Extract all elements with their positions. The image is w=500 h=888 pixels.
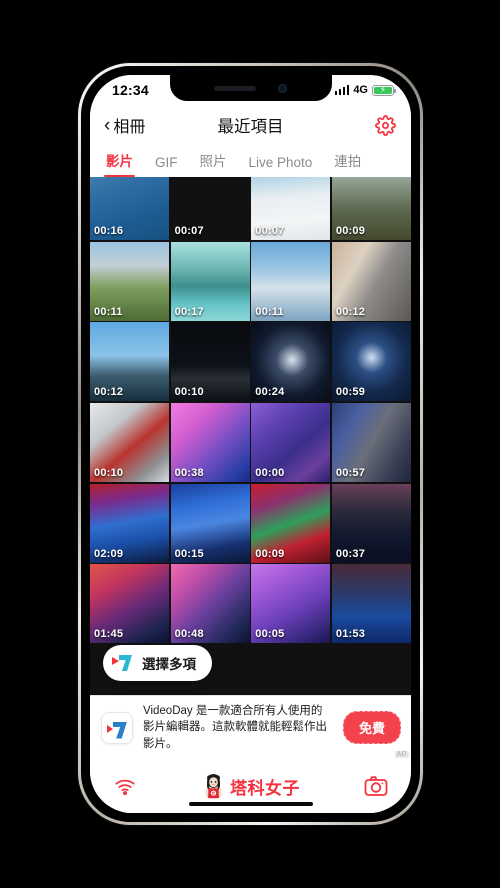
video-duration-label: 00:12 <box>335 305 366 318</box>
screenshot-root: 12:34 4G ⚡ ‹ 相冊 最近項目 影片 GIF 照片 Live Phot… <box>0 0 500 888</box>
ad-text: VideoDay 是一款適合所有人使用的影片編輯器。這款軟體就能輕鬆作出影片。 <box>143 705 327 750</box>
airdrop-wifi-icon <box>115 779 135 796</box>
select-multiple-button[interactable]: 選擇多項 <box>103 645 212 682</box>
media-grid-container[interactable]: 00:16 00:07 00:07 00:09 00:11 00:17 00:11 00:12… <box>90 177 411 696</box>
battery-charging-icon: ⚡ <box>372 84 397 96</box>
video-duration-label: 00:57 <box>335 467 366 479</box>
back-to-albums-button[interactable]: ‹ 相冊 <box>104 113 145 137</box>
media-thumbnail[interactable]: 00:07 <box>251 177 331 241</box>
watermark-text: 塔科女子 <box>230 778 300 798</box>
gear-icon <box>374 114 396 136</box>
chevron-left-icon: ‹ <box>104 114 111 136</box>
front-camera-icon <box>278 83 287 93</box>
media-thumbnail[interactable]: 00:37 <box>331 483 411 563</box>
navigation-bar: ‹ 相冊 最近項目 <box>90 105 411 145</box>
video-duration-label: 00:05 <box>255 628 285 641</box>
media-thumbnail[interactable]: 00:10 <box>90 402 170 482</box>
video-duration-label: 00:09 <box>335 225 366 238</box>
media-thumbnail[interactable]: 01:53 <box>331 564 411 644</box>
earpiece-speaker <box>214 85 256 91</box>
settings-button[interactable] <box>373 113 397 137</box>
status-bar-time: 12:34 <box>112 82 149 98</box>
media-thumbnail[interactable]: 00:09 <box>331 177 411 241</box>
phone-device-frame: 12:34 4G ⚡ ‹ 相冊 最近項目 影片 GIF 照片 Live Phot… <box>78 63 423 825</box>
media-thumbnail[interactable]: 00:59 <box>331 322 411 402</box>
bottom-toolbar: 女 塔科女子 <box>90 759 411 813</box>
media-thumbnail[interactable]: 00:09 <box>251 483 331 563</box>
network-type-label: 4G <box>353 84 368 96</box>
watermark: 女 塔科女子 <box>201 772 300 800</box>
video-duration-label: 00:10 <box>94 467 124 479</box>
media-thumbnail[interactable]: 01:45 <box>90 564 170 644</box>
video-duration-label: 01:53 <box>335 628 366 641</box>
girl-avatar-icon: 女 <box>205 774 221 799</box>
videoday-app-icon <box>101 711 133 744</box>
tab-連拍[interactable]: 連拍 <box>334 150 361 177</box>
home-indicator <box>188 801 313 806</box>
media-thumbnail[interactable]: 00:17 <box>170 241 250 321</box>
video-duration-label: 00:11 <box>255 305 284 318</box>
media-thumbnail[interactable]: 00:12 <box>90 322 170 402</box>
media-thumbnail[interactable]: 02:09 <box>90 483 170 563</box>
video-duration-label: 00:59 <box>335 386 366 399</box>
page-title: 最近項目 <box>217 118 284 136</box>
video-duration-label: 00:24 <box>255 386 285 399</box>
video-duration-label: 00:37 <box>335 547 366 560</box>
media-thumbnail[interactable]: 00:57 <box>331 402 411 482</box>
video-duration-label: 00:11 <box>94 305 123 318</box>
media-thumbnail[interactable]: 00:38 <box>170 402 250 482</box>
ad-label-badge: AD <box>394 751 409 758</box>
media-thumbnail[interactable]: 00:11 <box>90 241 170 321</box>
media-thumbnail[interactable]: 00:11 <box>251 241 331 321</box>
media-thumbnail[interactable]: 00:16 <box>90 177 170 241</box>
media-type-tabs: 影片 GIF 照片 Live Photo 連拍 <box>90 145 411 177</box>
camera-icon <box>364 776 388 796</box>
media-thumbnail[interactable]: 00:07 <box>171 177 250 240</box>
video-duration-label: 00:15 <box>174 547 204 560</box>
status-bar-indicators: 4G ⚡ <box>334 84 397 96</box>
media-thumbnail[interactable]: 00:05 <box>251 564 331 644</box>
tab-gif[interactable]: GIF <box>155 155 178 177</box>
tab-影片[interactable]: 影片 <box>104 150 135 177</box>
video-duration-label: 00:38 <box>174 467 204 479</box>
phone-bezel: 12:34 4G ⚡ ‹ 相冊 最近項目 影片 GIF 照片 Live Phot… <box>81 66 420 822</box>
ad-banner[interactable]: VideoDay 是一款適合所有人使用的影片編輯器。這款軟體就能輕鬆作出影片。 … <box>90 695 411 759</box>
media-thumbnail[interactable]: 00:15 <box>170 483 250 563</box>
back-button-label: 相冊 <box>113 119 146 136</box>
ad-cta-button[interactable]: 免費 <box>342 711 401 744</box>
media-thumbnail[interactable]: 00:00 <box>251 402 331 482</box>
media-thumbnail[interactable]: 00:48 <box>170 564 250 644</box>
camera-button[interactable] <box>361 771 391 801</box>
media-thumbnail[interactable]: 00:24 <box>251 322 331 402</box>
video-duration-label: 00:12 <box>94 386 124 399</box>
video-duration-label: 02:09 <box>94 547 124 560</box>
airdrop-share-button[interactable] <box>110 771 140 801</box>
video-duration-label: 00:16 <box>94 225 124 238</box>
video-duration-label: 00:07 <box>174 225 204 238</box>
cellular-signal-icon <box>334 85 350 95</box>
media-thumbnail[interactable]: 00:12 <box>331 241 411 321</box>
phone-notch <box>169 75 332 101</box>
media-grid: 00:16 00:07 00:07 00:09 00:11 00:17 00:11 00:12… <box>90 177 411 644</box>
videoday-logo-icon <box>112 652 134 674</box>
video-duration-label: 00:09 <box>255 547 285 560</box>
video-duration-label: 00:17 <box>174 305 204 318</box>
video-duration-label: 00:10 <box>174 386 204 399</box>
video-duration-label: 00:07 <box>255 225 285 238</box>
video-duration-label: 01:45 <box>94 628 124 641</box>
tab-live-photo[interactable]: Live Photo <box>249 155 313 177</box>
media-thumbnail[interactable]: 00:10 <box>170 322 250 402</box>
select-multiple-label: 選擇多項 <box>142 657 196 673</box>
phone-screen: 12:34 4G ⚡ ‹ 相冊 最近項目 影片 GIF 照片 Live Phot… <box>90 75 411 813</box>
tab-照片[interactable]: 照片 <box>200 150 227 177</box>
video-duration-label: 00:48 <box>174 628 204 641</box>
video-duration-label: 00:00 <box>255 467 285 479</box>
